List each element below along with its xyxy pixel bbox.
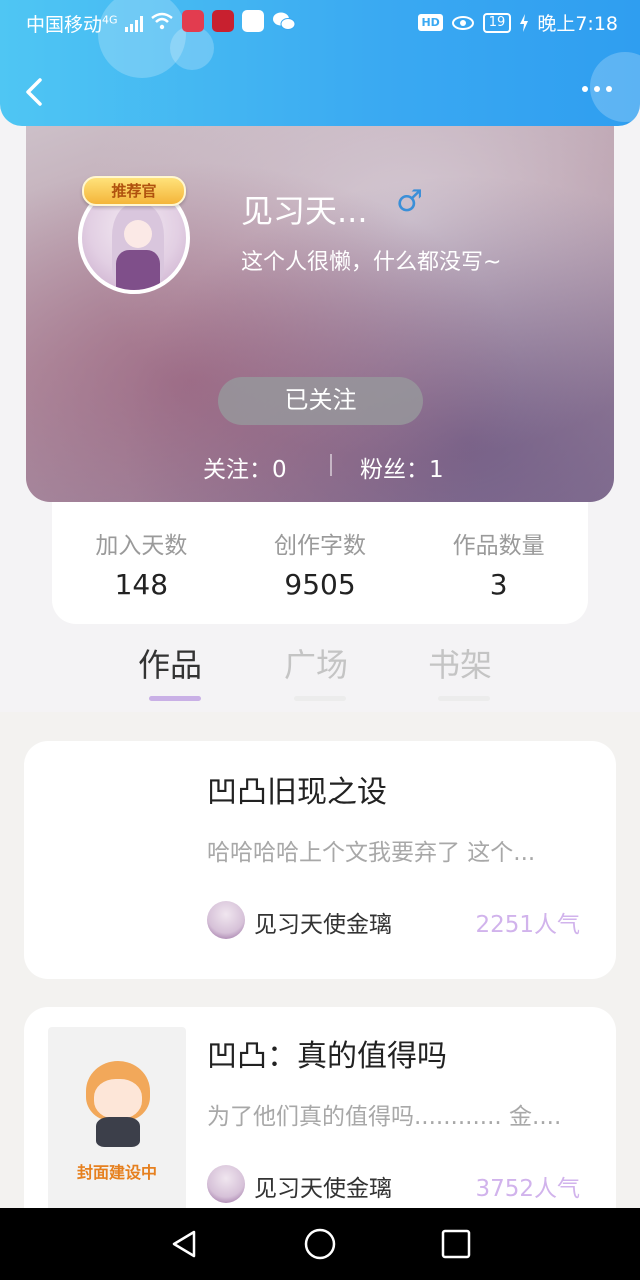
tab-indicator [294,696,346,701]
tab-square[interactable]: 广场 [284,640,348,686]
stat-label: 加入天数 [95,533,188,559]
network-type: 4G [102,13,118,27]
work-description: 为了他们真的值得吗............ 金.... [207,1104,562,1130]
stat-label: 作品数量 [452,533,545,559]
tab-works[interactable]: 作品 [138,640,202,686]
signal-icon [124,16,143,32]
divider [330,454,332,476]
author-avatar [207,1165,245,1203]
notification-icons [150,10,296,32]
status-bar: 中国移动4G HD 19 晚上7:18 [0,0,640,44]
more-options-icon[interactable] [582,86,612,92]
app-notification-icon [242,10,264,32]
male-gender-icon: ♂ [396,184,423,219]
popularity-count: 2251人气 [475,912,580,938]
stat-value: 9505 [284,568,356,601]
stat-join-days: 加入天数 148 [52,502,231,624]
author-name: 见习天使金璃 [254,912,392,938]
work-title: 凹凸：真的值得吗 [207,1039,447,1074]
work-description: 哈哈哈哈上个文我要弃了 这个... [207,840,536,866]
app-notification-icon [182,10,204,32]
work-card[interactable]: 凹凸旧现之设 哈哈哈哈上个文我要弃了 这个... 见习天使金璃 2251人气 [24,741,616,979]
stat-value: 148 [114,568,169,601]
work-card[interactable]: 封面建设中 凹凸：真的值得吗 为了他们真的值得吗............ 金..… [24,1007,616,1208]
carrier-label: 中国移动4G [26,10,144,37]
stat-works-count: 作品数量 3 [409,502,588,624]
nav-recents-icon[interactable] [438,1226,474,1262]
username: 见习天... [241,192,368,230]
nav-back-icon[interactable] [166,1226,202,1262]
tab-bookshelf[interactable]: 书架 [428,640,492,686]
charging-icon [520,13,529,32]
author-name: 见习天使金璃 [254,1176,392,1202]
carrier-text: 中国移动 [26,14,103,36]
work-title: 凹凸旧现之设 [207,775,387,810]
nav-home-icon[interactable] [302,1226,338,1262]
battery-icon: 19 [482,12,512,33]
tab-indicator [438,696,490,701]
app-notification-icon [212,10,234,32]
stats-card: 加入天数 148 创作字数 9505 作品数量 3 [52,502,588,624]
user-bio: 这个人很懒，什么都没写~ [241,250,502,275]
hd-icon: HD [418,14,443,31]
book-cover: 封面建设中 [48,1027,186,1208]
eye-comfort-icon [451,15,474,30]
status-right: HD 19 晚上7:18 [418,9,618,36]
following-count[interactable]: 关注：0 [203,450,287,484]
works-list: 凹凸旧现之设 哈哈哈哈上个文我要弃了 这个... 见习天使金璃 2251人气 封… [0,712,640,1208]
back-arrow-icon[interactable] [20,74,50,110]
profile-card: 推荐官 见习天... ♂ 这个人很懒，什么都没写~ 已关注 关注：0 粉丝：1 [26,100,614,502]
popularity-count: 3752人气 [475,1176,580,1202]
follow-button[interactable]: 已关注 [218,377,423,425]
clock: 晚上7:18 [537,13,618,35]
tab-bar: 作品 广场 书架 [0,624,640,712]
cover-placeholder-text: 封面建设中 [76,1163,157,1182]
stat-word-count: 创作字数 9505 [231,502,410,624]
tab-indicator [149,696,201,701]
app-header: 中国移动4G HD 19 晚上7:18 [0,0,640,126]
recommender-badge: 推荐官 [82,176,186,206]
followers-count[interactable]: 粉丝：1 [360,450,444,484]
stat-value: 3 [489,568,508,601]
author-avatar [207,901,245,939]
wifi-icon [151,12,173,30]
system-nav-bar [0,1208,640,1280]
wechat-icon [273,12,296,30]
stat-label: 创作字数 [274,533,366,559]
